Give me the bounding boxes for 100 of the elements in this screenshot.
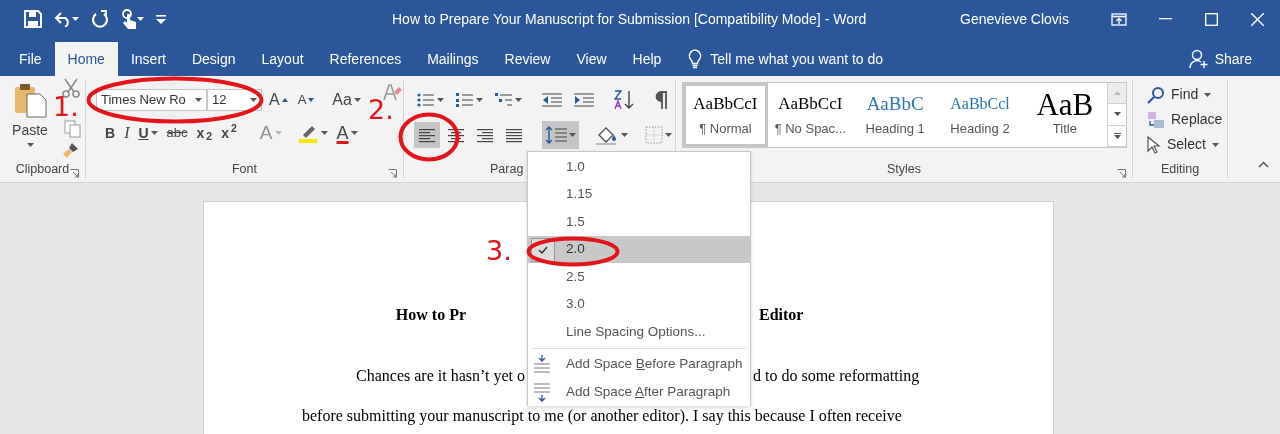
menu-item[interactable]: Add Space Before Paragraph xyxy=(528,350,750,378)
user-name: Genevieve Clovis xyxy=(960,9,1069,29)
window-title: How to Prepare Your Manuscript for Submission [Compatibility Mode] - Word xyxy=(391,9,868,29)
paste-button[interactable]: Paste xyxy=(6,82,54,154)
caret-icon xyxy=(621,133,628,137)
group-label: Styles xyxy=(886,162,921,176)
dialog-launcher-icon[interactable] xyxy=(388,169,397,179)
group-label: Clipboard xyxy=(15,162,70,176)
document-title: Editor xyxy=(759,306,804,323)
bold-button[interactable]: B xyxy=(102,121,119,145)
ribbon-tab[interactable]: Review xyxy=(491,42,564,76)
close-icon xyxy=(1250,12,1264,26)
annotation-number: 3. xyxy=(486,240,512,262)
caret-icon xyxy=(1204,92,1212,97)
caret-icon xyxy=(150,131,158,135)
dialog-launcher-icon[interactable] xyxy=(70,169,79,179)
menu-item[interactable]: Line Spacing Options... xyxy=(528,318,750,346)
bullet-list-icon xyxy=(417,92,435,108)
minimize-icon xyxy=(1158,18,1172,20)
change-case-button[interactable]: Aa xyxy=(329,88,364,112)
caret-icon xyxy=(437,98,444,102)
align-justify-icon xyxy=(506,127,522,143)
caret-icon xyxy=(1211,142,1219,147)
group-label: Font xyxy=(232,162,257,176)
superscript-button[interactable]: x$^{2}$ xyxy=(218,121,240,145)
space-before-icon xyxy=(532,354,552,375)
menu-item[interactable]: 1.0 xyxy=(528,153,750,181)
annotation-number: 2. xyxy=(368,99,394,121)
save-icon xyxy=(24,10,42,28)
caret-icon xyxy=(195,98,202,102)
dialog-launcher-icon[interactable] xyxy=(1117,169,1126,179)
pilcrow-icon xyxy=(654,91,668,109)
body-text: Chances are it hasn’t yet o xyxy=(356,367,525,384)
menu-item[interactable]: 3.0 xyxy=(528,290,750,318)
shrink-font-button[interactable]: A xyxy=(294,88,318,112)
align-center-icon xyxy=(448,127,464,143)
up-arrow-icon xyxy=(1113,91,1121,96)
ribbon-tab[interactable]: View xyxy=(563,42,620,76)
replace-button[interactable]: Replace xyxy=(1143,107,1227,132)
clipboard-icon xyxy=(12,82,48,118)
cursor-icon xyxy=(1147,135,1161,154)
brush-icon[interactable] xyxy=(62,141,80,159)
ribbon-tab[interactable]: Design xyxy=(178,42,249,76)
font-color-button[interactable]: A xyxy=(333,121,361,145)
group-label: Parag xyxy=(490,162,524,176)
expand-icon xyxy=(1113,132,1121,139)
align-left-button[interactable] xyxy=(414,122,440,148)
share-button[interactable]: Share xyxy=(1182,42,1258,76)
line-spacing-button[interactable] xyxy=(542,121,579,149)
document-title: How to Pr xyxy=(395,306,466,323)
group-label: Editing xyxy=(1160,162,1200,176)
caret-icon xyxy=(515,98,522,102)
menu-item[interactable]: Add Space After Paragraph xyxy=(528,378,750,406)
subscript-button[interactable]: x$_{2}$ xyxy=(193,121,216,145)
menu-item[interactable]: 1.5 xyxy=(528,208,750,236)
caret-icon xyxy=(665,133,672,137)
ribbon-tab[interactable]: Layout xyxy=(248,42,317,76)
ribbon-tab[interactable]: Home xyxy=(54,42,118,76)
italic-button[interactable]: I xyxy=(121,121,133,145)
body-text: before submitting your manuscript to me (or another editor). I say this because I often receive xyxy=(302,407,902,424)
space-after-icon xyxy=(532,381,552,402)
grow-font-button[interactable]: A xyxy=(266,88,291,112)
find-button[interactable]: Find xyxy=(1143,82,1216,107)
body-text: d to do some reformatting xyxy=(753,367,920,384)
line-spacing-icon xyxy=(545,126,567,144)
scissors-icon[interactable] xyxy=(62,78,80,98)
strikethrough-button[interactable]: abc xyxy=(163,121,191,145)
underline-button[interactable]: U xyxy=(135,121,161,145)
repeat-icon xyxy=(91,10,109,28)
font-name-dropdown[interactable]: Times New Ro xyxy=(96,89,207,111)
down-arrow-icon xyxy=(1113,112,1121,117)
align-right-icon xyxy=(477,127,493,143)
customize-icon xyxy=(156,14,166,24)
caret-icon xyxy=(250,98,257,102)
caret-icon xyxy=(26,143,34,147)
style-option[interactable]: AaBbCcI ¶ Normal xyxy=(683,83,768,147)
person-add-icon xyxy=(1188,49,1209,69)
select-button[interactable]: Select xyxy=(1143,132,1223,157)
grow-arrow-icon xyxy=(281,98,288,102)
highlighter-icon xyxy=(296,123,319,143)
maximize-icon xyxy=(1204,12,1218,26)
caret-icon xyxy=(320,131,328,135)
sort-icon xyxy=(614,90,636,110)
search-field[interactable]: Tell me what you want to do xyxy=(710,48,911,70)
caret-icon xyxy=(72,17,79,21)
lightbulb-icon xyxy=(688,49,703,69)
numbered-list-icon xyxy=(456,92,474,108)
shrink-arrow-icon xyxy=(308,98,315,102)
ribbon-tab[interactable]: References xyxy=(316,42,415,76)
undo-icon xyxy=(54,11,72,27)
ribbon-tab[interactable]: Help xyxy=(619,42,675,76)
annotation-number: 1. xyxy=(53,96,79,118)
paint-bucket-icon xyxy=(595,125,619,145)
ribbon-tab[interactable]: Insert xyxy=(117,42,179,76)
ribbon-tab[interactable]: Mailings xyxy=(414,42,492,76)
caret-icon xyxy=(137,17,144,21)
ribbon-tab[interactable]: File xyxy=(6,42,55,76)
search-icon xyxy=(1147,85,1165,104)
menu-item[interactable]: 2.5 xyxy=(528,263,750,291)
menu-item[interactable]: 1.15 xyxy=(528,180,750,208)
